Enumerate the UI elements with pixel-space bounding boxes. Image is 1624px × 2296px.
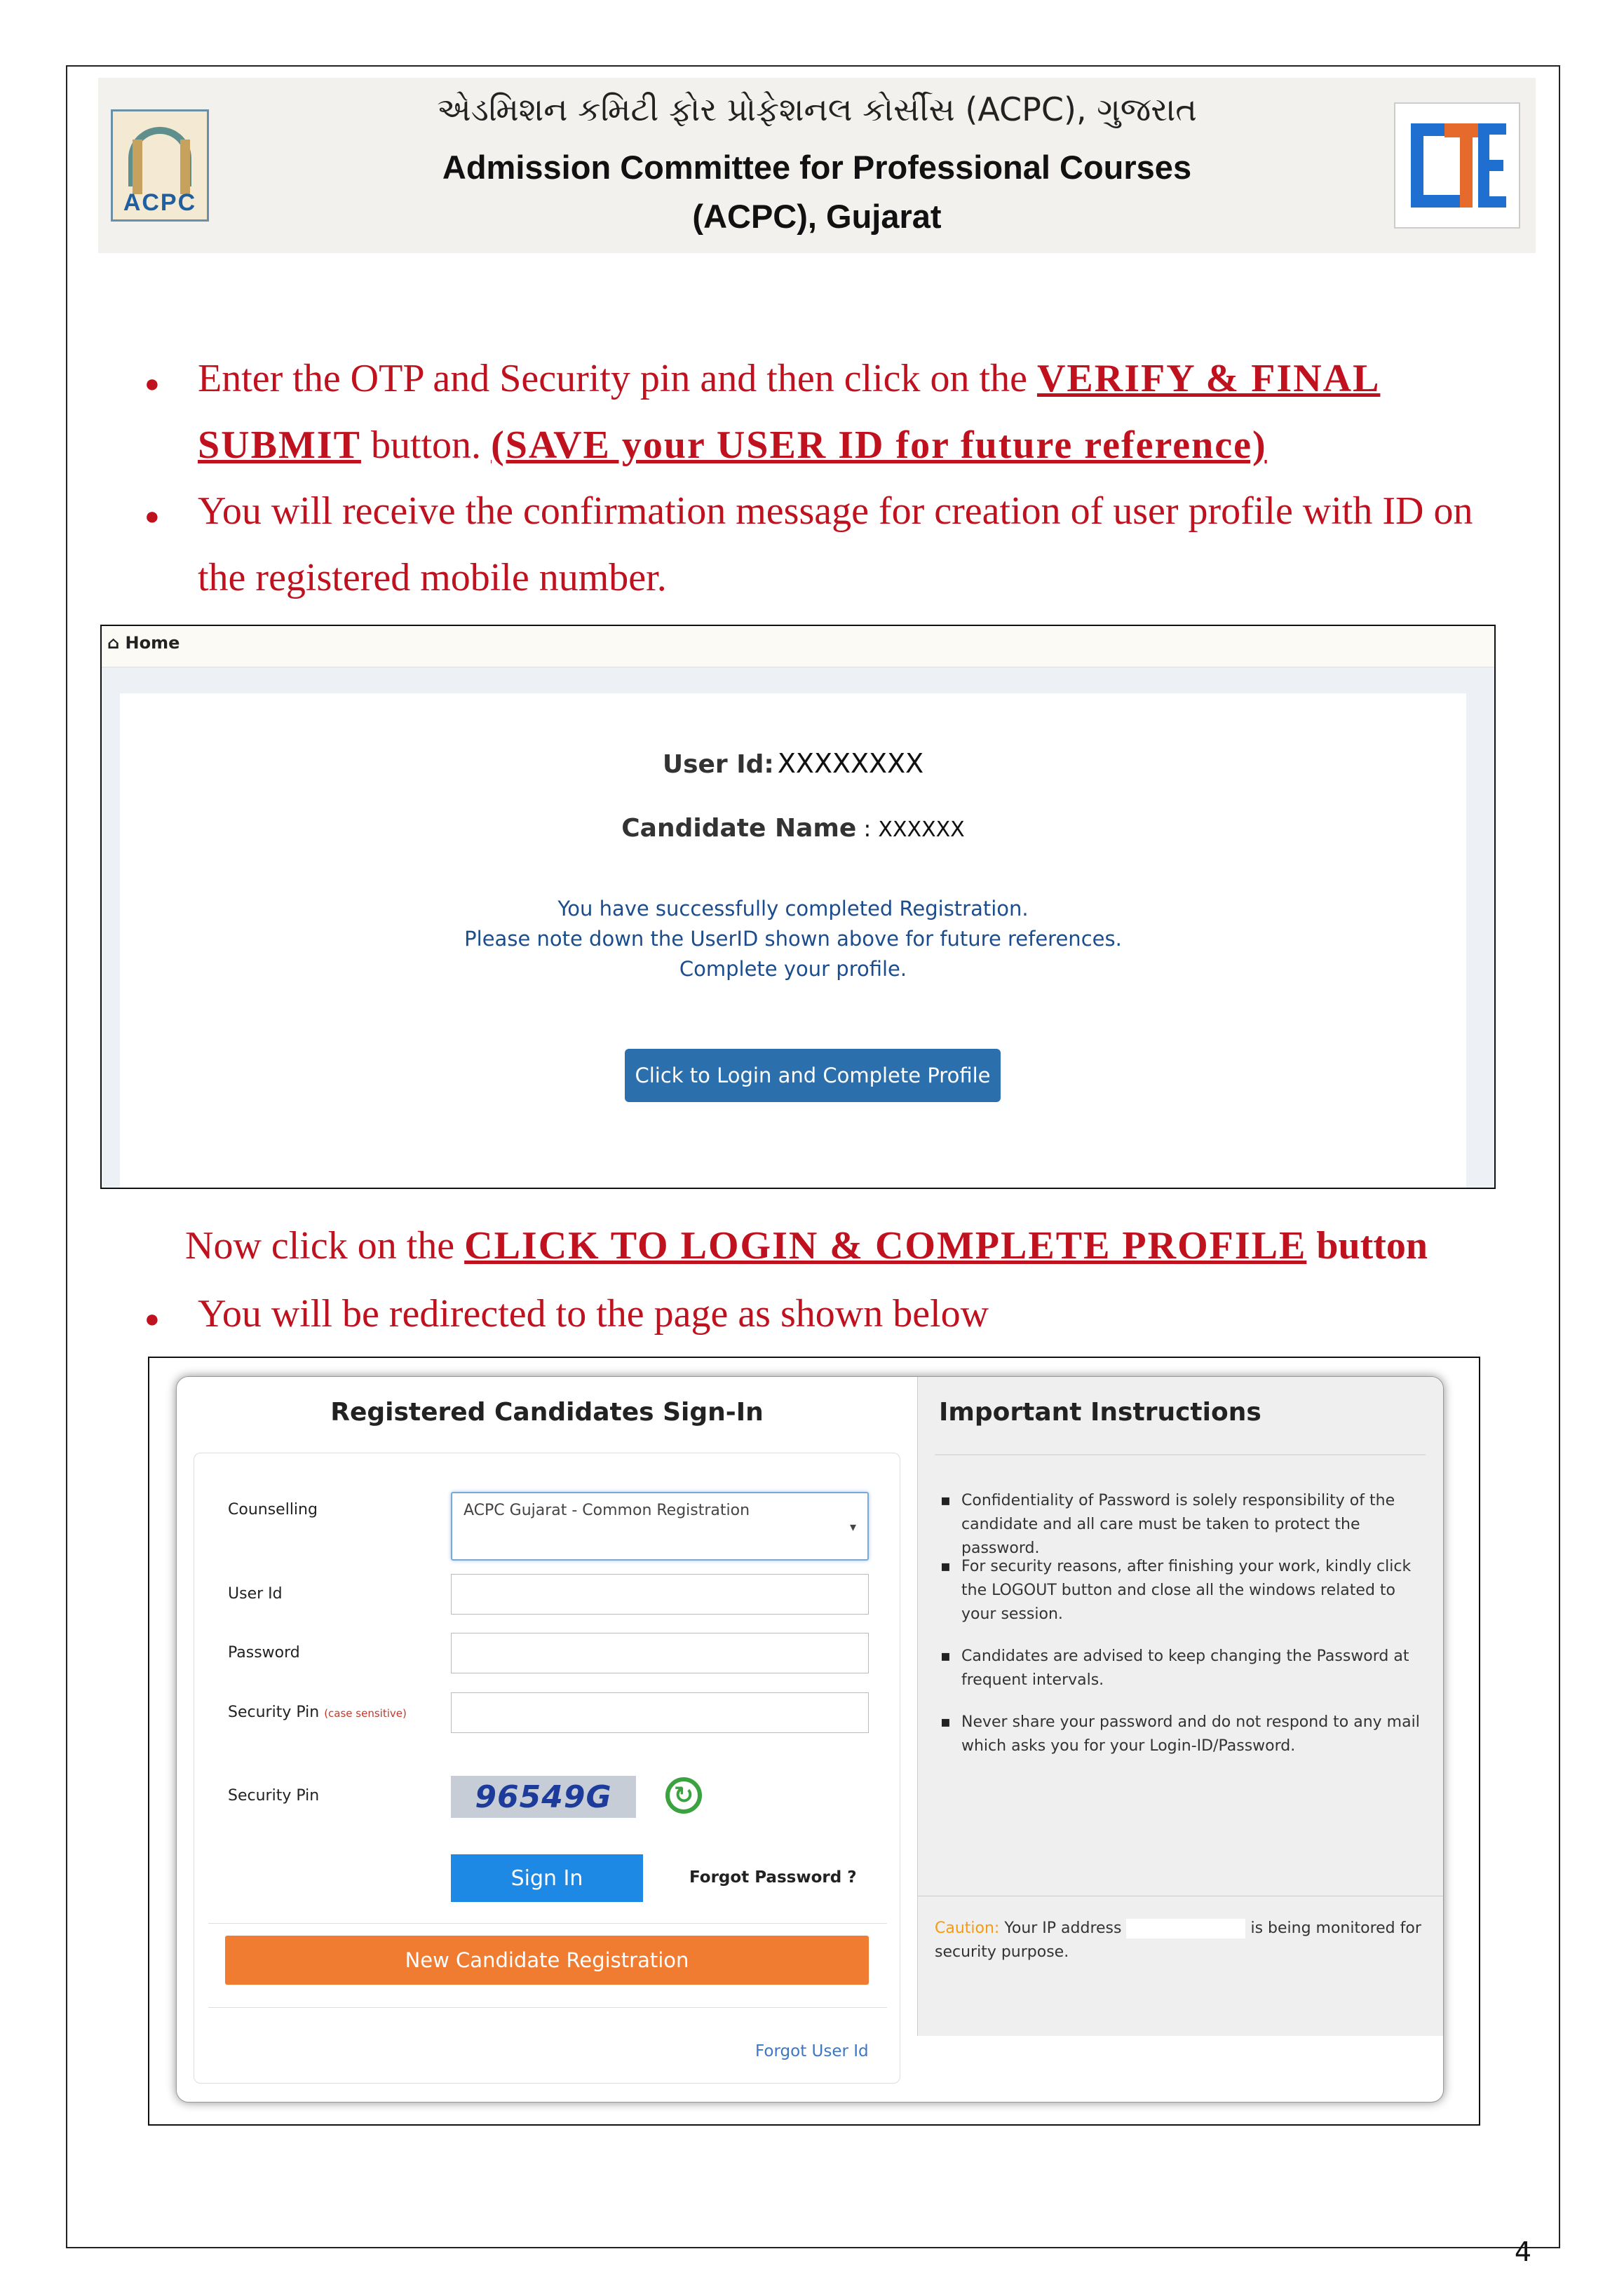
caution-label: Caution: [935, 1920, 1000, 1937]
step-instruction: Now click on the CLICK TO LOGIN & COMPLE… [185, 1224, 1428, 1268]
case-sensitive-note: (case sensitive) [324, 1707, 407, 1720]
divider [208, 1923, 887, 1924]
bullet-dot: ● [144, 369, 160, 398]
sign-in-section: Registered Candidates Sign-In Counsellin… [177, 1377, 917, 2102]
click-to-login-text: CLICK TO LOGIN & COMPLETE PROFILE [464, 1224, 1307, 1268]
security-pin-captcha-label: Security Pin [228, 1787, 320, 1805]
cte-logo [1394, 102, 1520, 229]
user-id-input[interactable] [451, 1574, 869, 1615]
sign-in-button[interactable]: Sign In [451, 1854, 643, 1902]
instruction-item: Confidentiality of Password is solely re… [939, 1489, 1430, 1561]
candidate-name-value: XXXXXX [878, 817, 965, 842]
success-message-2: Please note down the UserID shown above … [464, 927, 1122, 951]
submit-text: SUBMIT [198, 423, 361, 467]
security-pin-label: Security Pin (case sensitive) [228, 1704, 407, 1721]
instruction-1-line2: SUBMIT button. (SAVE your USER ID for fu… [198, 423, 1267, 467]
counselling-label: Counselling [228, 1501, 318, 1519]
sign-in-form: Counselling ACPC Gujarat - Common Regist… [194, 1453, 900, 2084]
verify-final-text: VERIFY & FINAL [1036, 357, 1381, 400]
candidate-name-row: Candidate Name : XXXXXX [621, 814, 965, 843]
user-id-label: User Id [228, 1585, 283, 1603]
captcha-image: 96549G [451, 1776, 636, 1818]
new-candidate-registration-button[interactable]: New Candidate Registration [225, 1936, 869, 1985]
instruction-item: Never share your password and do not res… [939, 1711, 1430, 1758]
registration-success-screenshot: ⌂ Home User Id: XXXXXXXX Candidate Name … [100, 625, 1496, 1189]
login-complete-profile-button[interactable]: Click to Login and Complete Profile [625, 1049, 1001, 1102]
divider [208, 2007, 887, 2008]
home-icon: ⌂ [107, 633, 120, 653]
divider [935, 1454, 1426, 1455]
sign-in-panel: Registered Candidates Sign-In Counsellin… [176, 1376, 1444, 2103]
success-card: User Id: XXXXXXXX Candidate Name : XXXXX… [120, 693, 1466, 1188]
counselling-select[interactable]: ACPC Gujarat - Common Registration ▾ [451, 1492, 869, 1561]
english-title-line2: (ACPC), Gujarat [692, 198, 942, 235]
important-instructions-panel: Important Instructions Confidentiality o… [917, 1377, 1443, 2036]
password-input[interactable] [451, 1633, 869, 1673]
bullet-dot: ● [144, 1304, 160, 1333]
breadcrumb-home[interactable]: ⌂ Home [107, 633, 180, 653]
forgot-password-link[interactable]: Forgot Password ? [689, 1868, 857, 1887]
refresh-captcha-icon[interactable]: ↻ [665, 1777, 702, 1814]
success-message-1: You have successfully completed Registra… [557, 897, 1029, 921]
header-banner: ACPC એડમિશન કમિટી ફોર પ્રોફેશનલ કોર્સીસ … [98, 78, 1536, 253]
instructions-title: Important Instructions [939, 1398, 1261, 1427]
success-message-3: Complete your profile. [679, 957, 907, 981]
instruction-item: Candidates are advised to keep changing … [939, 1645, 1430, 1692]
password-label: Password [228, 1644, 300, 1662]
instruction-1-line1: Enter the OTP and Security pin and then … [198, 357, 1381, 400]
instruction-2-line2: the registered mobile number. [198, 556, 667, 599]
forgot-user-id-link[interactable]: Forgot User Id [755, 2042, 869, 2060]
user-id-value: XXXXXXXX [777, 748, 924, 779]
gujarati-title: એડમિશન કમિટી ફોર પ્રોફેશનલ કોર્સીસ (ACPC… [437, 90, 1197, 128]
save-user-id-note: (SAVE your USER ID for future reference) [491, 423, 1267, 467]
bullet-dot: ● [144, 501, 160, 530]
page-number: 4 [1514, 2236, 1531, 2267]
instruction-3: You will be redirected to the page as sh… [198, 1292, 989, 1336]
instruction-2-line1: You will receive the confirmation messag… [198, 489, 1473, 533]
breadcrumb-bar: ⌂ Home [102, 626, 1494, 667]
sign-in-title: Registered Candidates Sign-In [330, 1398, 764, 1427]
caution-note: Caution: Your IP address is being monito… [935, 1919, 1421, 1961]
sign-in-screenshot: Registered Candidates Sign-In Counsellin… [148, 1357, 1480, 2126]
user-id-row: User Id: XXXXXXXX [662, 748, 924, 779]
dropdown-caret-icon: ▾ [849, 1520, 856, 1534]
ip-address-redacted [1126, 1919, 1246, 1938]
security-pin-input[interactable] [451, 1692, 869, 1733]
instruction-item: For security reasons, after finishing yo… [939, 1555, 1430, 1626]
english-title-line1: Admission Committee for Professional Cou… [442, 149, 1192, 186]
